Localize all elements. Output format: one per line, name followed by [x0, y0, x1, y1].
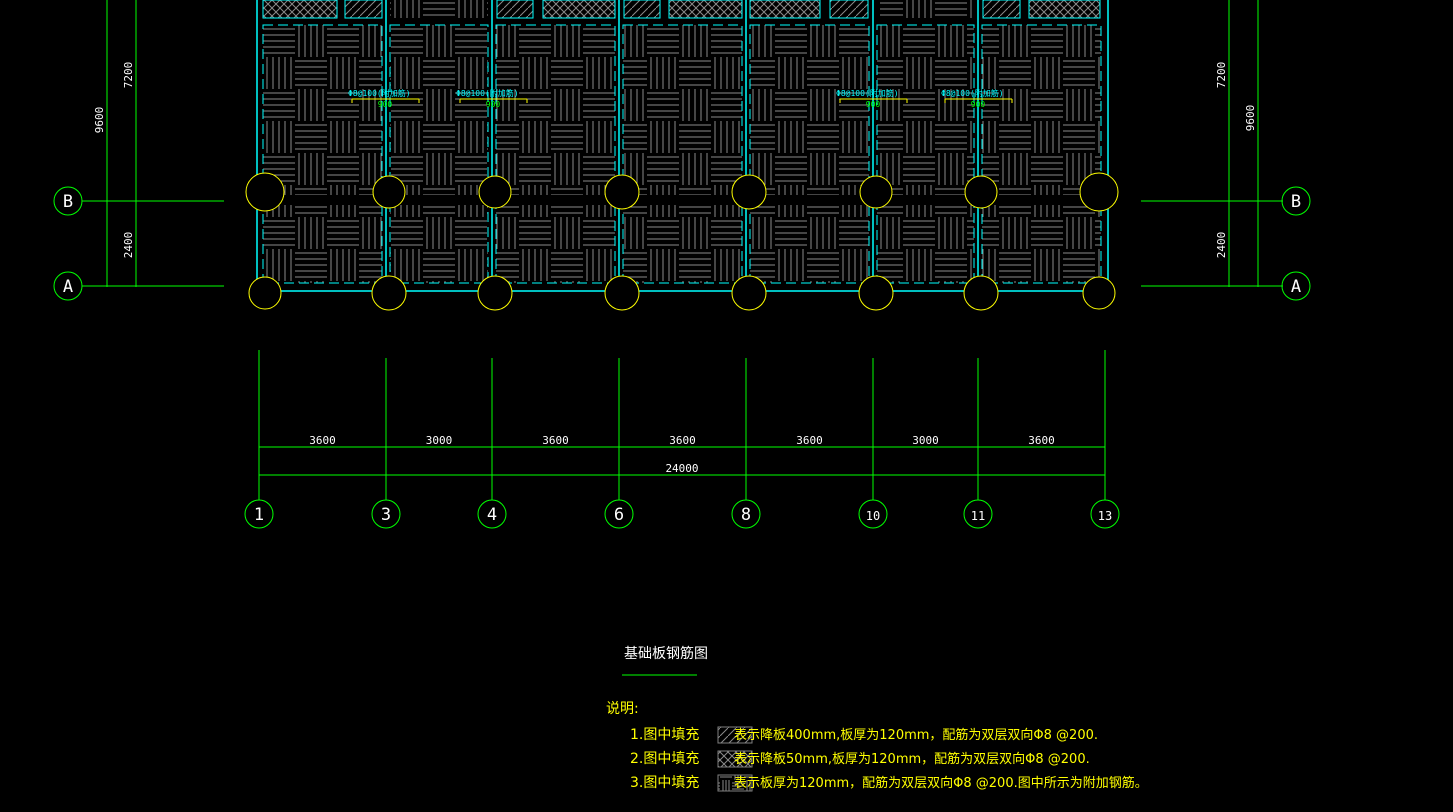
- column: [478, 175, 512, 209]
- column: [963, 275, 999, 311]
- rebar-spec: Φ8@100(附加筋): [836, 88, 899, 98]
- slab-panel-lower: [390, 205, 488, 283]
- rebar-spec: Φ8@100(附加筋): [941, 88, 1004, 98]
- vertical-dimension-label: 7200: [122, 62, 135, 89]
- slab-panel-lower: [750, 205, 869, 283]
- rebar-length: 900: [378, 100, 393, 109]
- total-dimension: 24000: [665, 462, 698, 475]
- column: [604, 174, 640, 210]
- note-label: 3.图中填充: [630, 775, 699, 791]
- rebar-length: 900: [486, 100, 501, 109]
- slab-panel-upper: [390, 25, 488, 195]
- notes-heading: 说明:: [606, 701, 639, 717]
- rebar-length: 900: [971, 100, 986, 109]
- column: [731, 275, 767, 311]
- axis-label: A: [63, 277, 73, 297]
- bay-dimension: 3600: [669, 434, 696, 447]
- column: [964, 175, 998, 209]
- column: [248, 276, 282, 310]
- slab-strip-bw: [390, 0, 488, 18]
- slab-panel-lower: [263, 205, 382, 283]
- column: [1079, 172, 1119, 212]
- note-text: 表示降板400mm,板厚为120mm，配筋为双层双向Φ8 @200.: [734, 727, 1098, 743]
- vertical-dimension-label: 2400: [1215, 232, 1228, 259]
- bay-dimension: 3000: [426, 434, 453, 447]
- bay-dimension: 3600: [542, 434, 569, 447]
- slab-panel-upper: [623, 25, 742, 195]
- vertical-dimension-label: 9600: [93, 107, 106, 134]
- vertical-dimension-label: 7200: [1215, 62, 1228, 89]
- cad-drawing-canvas[interactable]: B BA A1 3 4 6 8 10 11 13 Φ8@100(附加筋)900Φ8@100(附加筋…: [0, 0, 1453, 812]
- axis-label: 13: [1098, 509, 1112, 523]
- slab-panel-upper: [877, 25, 974, 195]
- slab-strip-cross: [749, 0, 821, 19]
- foundation-slab-plan: [256, 0, 1109, 292]
- column: [858, 275, 894, 311]
- axis-label: 10: [866, 509, 880, 523]
- drawing-title: 基础板钢筋图: [624, 645, 708, 662]
- axis-label: 8: [741, 505, 751, 525]
- column: [372, 175, 406, 209]
- rebar-spec: Φ8@100(附加筋): [456, 88, 519, 98]
- slab-panel-upper: [750, 25, 869, 195]
- slab-strip-diag: [623, 0, 661, 19]
- rebar-length: 900: [866, 100, 881, 109]
- note-text: 表示降板50mm,板厚为120mm，配筋为双层双向Φ8 @200.: [734, 751, 1090, 767]
- axis-label: 11: [971, 509, 985, 523]
- axis-label: A: [1291, 277, 1301, 297]
- bay-dimension: 3600: [796, 434, 823, 447]
- slab-panel-upper: [982, 25, 1101, 195]
- axis-label: B: [1291, 192, 1301, 212]
- column: [859, 175, 893, 209]
- axis-label: 1: [254, 505, 264, 525]
- column: [604, 275, 640, 311]
- slab-strip-bw: [880, 0, 975, 18]
- note-label: 2.图中填充: [630, 751, 699, 767]
- slab-panel-upper: [496, 25, 615, 195]
- notes-list: 1.图中填充 表示降板400mm,板厚为120mm，配筋为双层双向Φ8 @200.…: [630, 726, 1148, 792]
- axis-label: 6: [614, 505, 624, 525]
- slab-strip-cross: [542, 0, 616, 19]
- slab-panel-lower: [623, 205, 742, 283]
- axis-label: 3: [381, 505, 391, 525]
- slab-strip-diag: [496, 0, 534, 19]
- bay-dimension: 3600: [309, 434, 336, 447]
- rebar-spec: Φ8@100(附加筋): [348, 88, 411, 98]
- slab-panel-upper: [263, 25, 382, 195]
- slab-strip-diag: [829, 0, 869, 19]
- axis-label: B: [63, 192, 73, 212]
- bay-dimension: 3000: [912, 434, 939, 447]
- slab-strip-diag: [982, 0, 1021, 19]
- axis-label: 4: [487, 505, 497, 525]
- slab-panel-lower: [982, 205, 1101, 283]
- vertical-dimension-label: 9600: [1244, 105, 1257, 132]
- column: [245, 172, 285, 212]
- slab-panel-lower: [496, 205, 615, 283]
- column: [477, 275, 513, 311]
- slab-strip-diag: [344, 0, 383, 19]
- vertical-dimension-label: 2400: [122, 232, 135, 259]
- column: [731, 174, 767, 210]
- column: [371, 275, 407, 311]
- note-label: 1.图中填充: [630, 727, 699, 743]
- slab-strip-cross: [1028, 0, 1101, 19]
- slab-strip-cross: [668, 0, 743, 19]
- slab-strip-cross: [262, 0, 338, 19]
- column: [1082, 276, 1116, 310]
- bay-dimension: 3600: [1028, 434, 1055, 447]
- slab-panel-lower: [877, 205, 974, 283]
- note-text: 表示板厚为120mm，配筋为双层双向Φ8 @200.图中所示为附加钢筋。: [734, 775, 1148, 791]
